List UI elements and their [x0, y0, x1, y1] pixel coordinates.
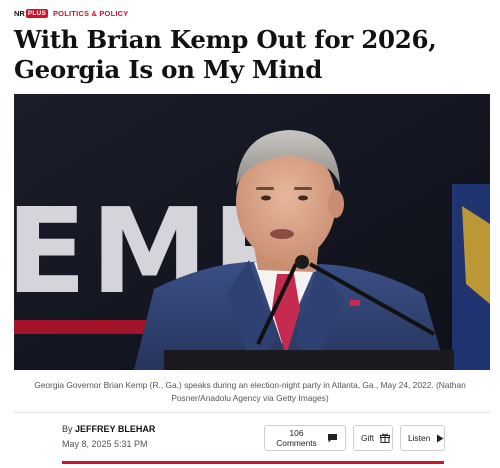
- section-link[interactable]: POLITICS & POLICY: [53, 9, 129, 18]
- accent-rule: [62, 461, 444, 464]
- hero-photo: EMP: [14, 94, 490, 370]
- brand-nr-text: NR: [14, 9, 25, 18]
- listen-label: Listen: [408, 433, 431, 443]
- byline: By JEFFREY BLEHAR: [62, 424, 155, 434]
- comments-button[interactable]: 106 Comments: [264, 425, 346, 451]
- gift-icon: [380, 433, 391, 443]
- listen-button[interactable]: Listen: [400, 425, 445, 451]
- author-link[interactable]: JEFFREY BLEHAR: [75, 424, 155, 434]
- publish-date: May 8, 2025 5:31 PM: [62, 439, 148, 449]
- hero-caption: Georgia Governor Brian Kemp (R., Ga.) sp…: [34, 380, 466, 403]
- article-actions: 106 Comments Gift Listen: [264, 425, 445, 451]
- play-icon: [436, 434, 444, 443]
- comments-label: 106 Comments: [276, 428, 317, 448]
- gift-label: Gift: [361, 433, 375, 443]
- brand-plus-text: PLUS: [25, 9, 48, 18]
- gift-button[interactable]: Gift: [353, 425, 393, 451]
- article-headline: With Brian Kemp Out for 2026, Georgia Is…: [14, 25, 437, 84]
- hero-image: EMP: [14, 94, 490, 370]
- byline-prefix: By: [62, 424, 73, 434]
- comment-bubble-icon: [327, 433, 338, 443]
- divider: [14, 412, 490, 413]
- article-kicker: NR PLUS POLITICS & POLICY: [14, 9, 128, 18]
- nr-plus-badge[interactable]: NR PLUS: [14, 9, 48, 18]
